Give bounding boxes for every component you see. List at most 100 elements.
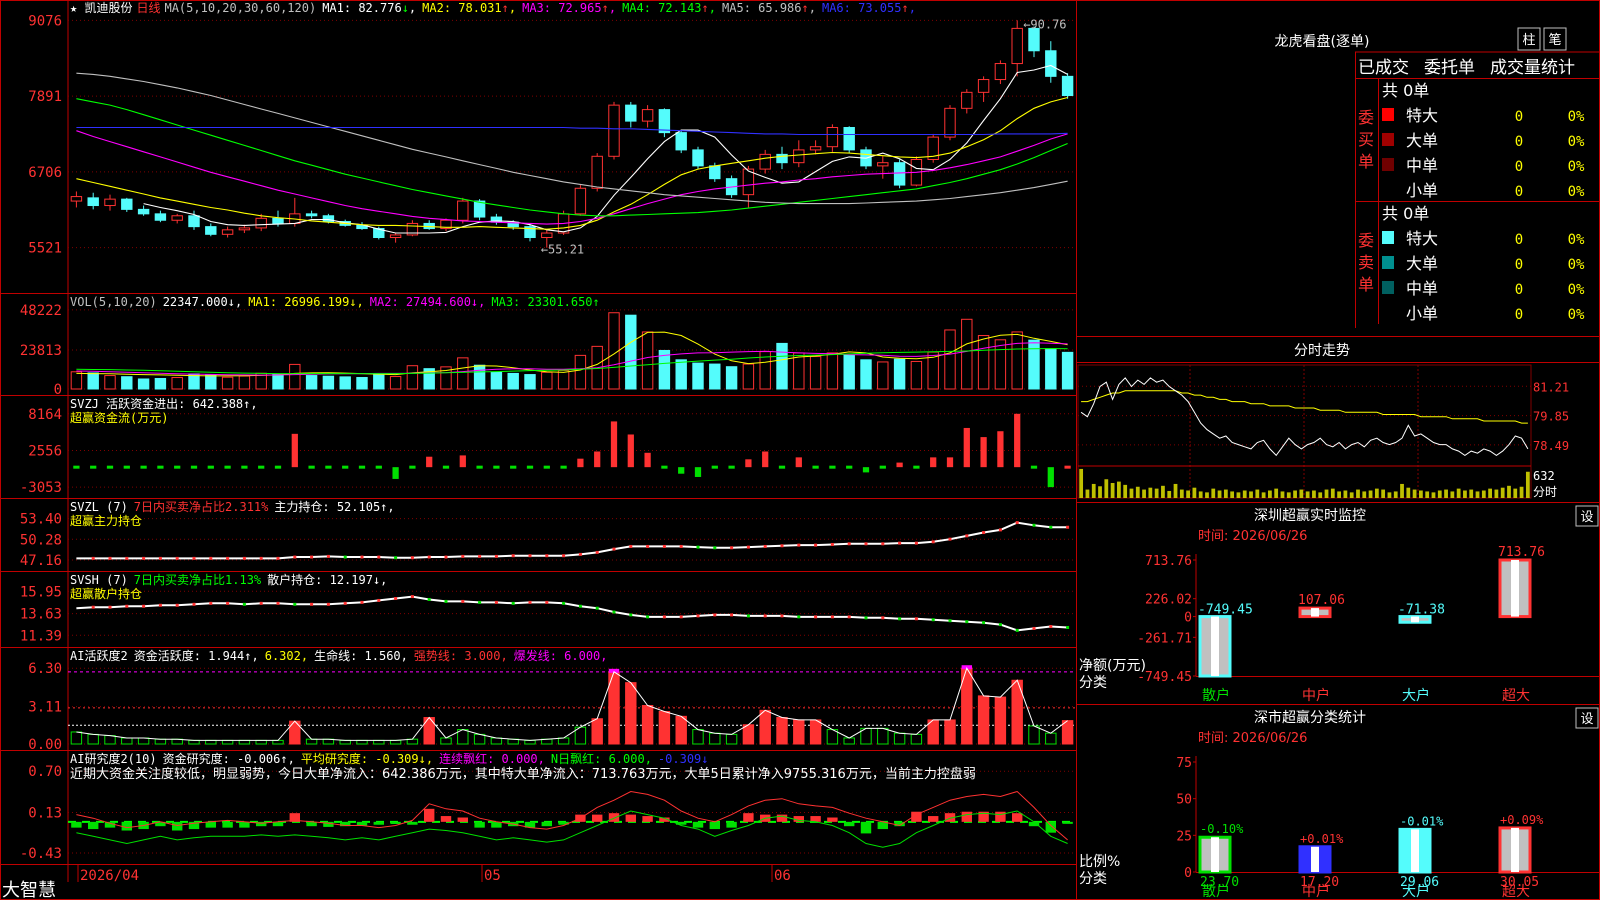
svzl-point	[511, 554, 515, 558]
flow-bar	[308, 465, 315, 469]
candle-body	[658, 109, 671, 134]
sh-stats-panel-time: 时间: 2026/06/26	[1198, 731, 1307, 746]
svzl-point	[494, 554, 498, 558]
candle-body	[843, 127, 855, 151]
sz-monitor-panel-y-tick: -261.71	[1137, 631, 1192, 646]
flow-bar	[930, 457, 937, 468]
volume-legend: VOL(5,10,20) 22347.000↓, MA1: 26996.199↓, M…	[70, 295, 600, 309]
volume-bar	[977, 335, 990, 390]
research-bar	[239, 821, 250, 828]
candle-body	[809, 146, 822, 151]
flow-bar	[241, 465, 248, 469]
activity-bar	[137, 737, 150, 745]
candle-body	[541, 232, 553, 239]
svzl-y-tick-label: 53.40	[20, 512, 62, 528]
svsh-sublabel: 超赢散户持仓	[70, 586, 142, 601]
sh-stats-panel-ylabel: 比例%	[1079, 854, 1120, 870]
svzl-point	[814, 543, 818, 547]
volume-bar	[289, 363, 301, 390]
app-logo: 大智慧	[2, 880, 56, 900]
sh-stats-panel-y-tick: 25	[1176, 829, 1192, 844]
sz-monitor-panel-category: 中户	[1302, 687, 1330, 704]
svzl-point	[410, 556, 414, 560]
svsh-point	[108, 605, 112, 609]
research-bar	[810, 816, 821, 822]
volume-bar	[1045, 348, 1057, 390]
flow-bar	[661, 465, 668, 469]
svzl-point	[226, 556, 230, 560]
svsh-point	[142, 604, 146, 608]
svsh-point	[377, 598, 381, 602]
tab-3[interactable]: 成交量统计	[1490, 58, 1575, 78]
activity-bar	[205, 739, 217, 745]
svzl-point	[1015, 521, 1019, 525]
activity-bar	[339, 739, 351, 745]
volume-bar	[793, 352, 805, 390]
svsh-point	[814, 615, 818, 619]
research-bar	[927, 816, 939, 822]
flow-bar	[560, 465, 567, 469]
activity-bar	[675, 715, 687, 745]
volume-pane: 48222 23813 0	[20, 303, 1076, 398]
candle-body	[272, 217, 284, 224]
activity-bar	[977, 695, 990, 745]
intraday-title: 分时走势	[1294, 343, 1350, 359]
svzl-point	[528, 554, 532, 558]
volume-bar	[1011, 331, 1023, 390]
activity-bar	[524, 739, 536, 745]
volume-bar	[860, 359, 872, 390]
flow-bar	[946, 457, 954, 468]
flow-bar	[594, 451, 601, 468]
flow-bar	[510, 465, 517, 469]
sell-orders-label-char: 委	[1358, 231, 1374, 250]
volume-bar	[205, 374, 217, 390]
svzl-point	[158, 556, 162, 560]
research-bar	[1062, 821, 1073, 824]
flow-bar	[190, 465, 198, 469]
candle-body	[994, 63, 1007, 81]
flow-bar	[342, 465, 349, 469]
svsh-point	[293, 602, 297, 606]
sh-stats-panel-change-label: -0.10%	[1200, 822, 1244, 836]
flow-bar	[711, 465, 718, 469]
svzl-sublabel: 超赢主力持仓	[70, 513, 142, 528]
sz-monitor-panel-value-label: 713.76	[1498, 545, 1545, 560]
activity-bar	[440, 737, 452, 745]
sz-monitor-panel-bar-highlight	[1211, 616, 1219, 676]
svsh-legend: SVSH (7) 7日内买卖净占比1.13% 散户持仓: 12.197↓,	[70, 572, 387, 587]
svzl-point	[125, 556, 129, 560]
volume-y-tick-label: 0	[54, 382, 62, 398]
buy-orders-row-name: 小单	[1406, 181, 1438, 200]
research-bar	[171, 821, 183, 831]
candle-body	[1028, 27, 1040, 52]
activity-bar	[154, 738, 167, 745]
flow-bar	[745, 459, 752, 468]
svzl-point	[780, 544, 784, 548]
activity-bar	[104, 735, 116, 745]
sell-orders-row-count: 0	[1515, 282, 1523, 298]
volume-bar	[776, 342, 788, 390]
flow-bar	[812, 465, 819, 469]
activity-bar	[373, 739, 385, 745]
svsh-point	[847, 615, 851, 619]
svsh-point	[1015, 628, 1019, 632]
candle-body	[205, 226, 217, 235]
svzj-y-tick-label: 8164	[28, 407, 62, 423]
svzl-point	[578, 552, 582, 556]
candle-body	[759, 153, 771, 170]
sz-monitor-panel-value-label: 107.06	[1298, 593, 1345, 608]
buy-orders-row-pct: 0%	[1568, 184, 1585, 200]
svzl-point	[679, 544, 683, 548]
svzl-point	[175, 556, 179, 560]
activity-bar	[742, 724, 755, 745]
svzl-point	[998, 528, 1002, 532]
candle-body	[1011, 27, 1023, 65]
tab-2[interactable]: 委托单	[1424, 58, 1475, 78]
svzl-pane: 53.40 50.28 47.16 超赢主力持仓	[20, 512, 1076, 569]
svsh-point	[662, 615, 666, 619]
volume-bar	[154, 378, 167, 390]
tab-1[interactable]: 已成交	[1358, 58, 1409, 78]
svsh-point	[780, 614, 784, 618]
svzl-point	[209, 556, 213, 560]
svsh-point	[830, 615, 834, 619]
